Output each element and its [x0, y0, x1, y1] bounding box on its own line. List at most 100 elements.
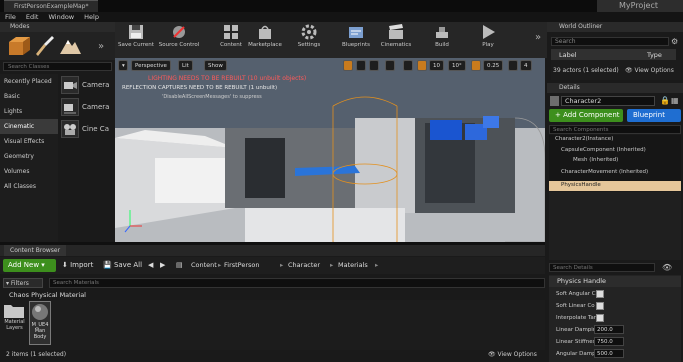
content-browser-tab[interactable]: Content Browser	[4, 245, 67, 256]
lock-icon[interactable]: 🔒	[660, 96, 670, 105]
breadcrumb-character[interactable]: Character	[288, 259, 320, 272]
landscape-mode-icon[interactable]	[58, 34, 82, 58]
menu-window[interactable]: Window	[48, 13, 74, 21]
modes-tab[interactable]: Modes	[0, 22, 115, 32]
place-item-camera[interactable]: Camera	[58, 74, 115, 96]
translate-icon[interactable]	[343, 60, 353, 71]
add-new-button[interactable]: Add New ▾	[3, 259, 56, 272]
project-name: MyProject	[597, 0, 683, 12]
more-tools-icon[interactable]: »	[535, 32, 541, 43]
category-volumes[interactable]: Volumes	[0, 164, 58, 179]
asset-material[interactable]: M_UE4 Man Body	[29, 301, 51, 345]
camera-speed-value[interactable]: 4	[520, 60, 532, 71]
folder-material-layers[interactable]: Material Layers	[3, 301, 26, 341]
more-modes-icon[interactable]: »	[98, 41, 104, 52]
settings-button[interactable]: Settings	[295, 24, 323, 56]
import-icon: ⬇	[62, 261, 68, 269]
menu-help[interactable]: Help	[84, 13, 99, 21]
details-grid-icon[interactable]: ▦	[671, 96, 679, 105]
search-details-input[interactable]: Search Details	[549, 263, 655, 272]
outliner-header: Label Type	[551, 49, 676, 60]
surface-snap-icon[interactable]	[403, 60, 413, 71]
search-materials-input[interactable]: Search Materials	[49, 278, 545, 288]
history-back-icon[interactable]: ◀	[148, 259, 153, 272]
column-type[interactable]: Type	[647, 51, 662, 59]
search-components-input[interactable]: Search Components	[549, 125, 681, 134]
content-button[interactable]: Content	[217, 24, 245, 56]
selected-component-row[interactable]: PhysicsHandle	[549, 181, 681, 191]
prop-label: Angular Dampi	[556, 351, 598, 357]
rotation-snap-value[interactable]: 10°	[448, 60, 466, 71]
component-character-movement[interactable]: CharacterMovement (Inherited)	[561, 168, 648, 177]
breadcrumb-firstperson[interactable]: FirstPerson	[224, 259, 260, 272]
category-cinematic[interactable]: Cinematic	[0, 119, 58, 134]
source-control-button[interactable]: Source Control	[157, 24, 201, 56]
lit-button[interactable]: Lit	[178, 60, 193, 71]
history-forward-icon[interactable]: ▶	[160, 259, 165, 272]
component-mesh[interactable]: Mesh (Inherited)	[573, 156, 618, 165]
scale-snap-value[interactable]: 0.25	[483, 60, 504, 71]
build-button[interactable]: Build	[431, 24, 453, 56]
play-button[interactable]: Play	[477, 24, 499, 56]
category-geometry[interactable]: Geometry	[0, 149, 58, 164]
category-lights[interactable]: Lights	[0, 104, 58, 119]
scale-icon[interactable]	[369, 60, 379, 71]
world-outliner-tab[interactable]: World Outliner	[547, 22, 683, 32]
category-visual-effects[interactable]: Visual Effects	[0, 134, 58, 149]
cinematics-button[interactable]: Cinematics	[379, 24, 413, 56]
angular-damping-field[interactable]: 500.0	[594, 349, 624, 358]
perspective-button[interactable]: Perspective	[131, 60, 171, 71]
marketplace-button[interactable]: Marketplace	[247, 24, 283, 56]
add-component-button[interactable]: + Add Component	[549, 109, 623, 122]
menu-edit[interactable]: Edit	[26, 13, 39, 21]
object-name-field[interactable]: Character2	[561, 96, 655, 106]
save-all-button[interactable]: 💾 Save All	[103, 259, 142, 272]
category-basic[interactable]: Basic	[0, 89, 58, 104]
breadcrumb-content[interactable]: Content	[191, 259, 217, 272]
blueprint-button[interactable]: Blueprint	[627, 109, 681, 122]
rotate-icon[interactable]	[356, 60, 366, 71]
physics-handle-section[interactable]: Physics Handle	[549, 276, 681, 287]
component-capsule[interactable]: CapsuleComponent (Inherited)	[561, 146, 646, 155]
linear-damping-field[interactable]: 200.0	[594, 325, 624, 334]
save-current-button[interactable]: Save Current	[117, 24, 155, 56]
place-item-camera-rig[interactable]: Camera	[58, 96, 115, 118]
component-root[interactable]: Character2(Instance)	[555, 135, 613, 144]
place-mode-icon[interactable]	[6, 34, 30, 58]
scale-snap-icon[interactable]	[471, 60, 481, 71]
details-tab[interactable]: Details	[547, 83, 683, 93]
blueprints-button[interactable]: Blueprints	[339, 24, 373, 56]
import-button[interactable]: ⬇ Import	[62, 259, 93, 272]
category-all-classes[interactable]: All Classes	[0, 179, 58, 194]
camera-speed-icon[interactable]	[508, 60, 518, 71]
column-label[interactable]: Label	[559, 51, 629, 59]
soft-angular-checkbox[interactable]	[596, 290, 604, 298]
folder-tree-icon[interactable]: ▤	[176, 259, 183, 272]
interpolate-target-checkbox[interactable]	[596, 314, 604, 322]
world-local-icon[interactable]	[385, 60, 395, 71]
show-button[interactable]: Show	[204, 60, 227, 71]
filter-chip[interactable]: Chaos Physical Material	[9, 291, 86, 299]
reflection-warning: REFLECTION CAPTURES NEED TO BE REBUILT (…	[122, 85, 278, 91]
outliner-search-input[interactable]: Search	[551, 37, 669, 46]
viewport-options-icon[interactable]: ▾	[118, 60, 128, 71]
details-view-icon[interactable]: 👁	[662, 263, 672, 272]
level-tab[interactable]: FirstPersonExampleMap*	[4, 0, 99, 12]
grid-snap-value[interactable]: 10	[429, 60, 444, 71]
linear-stiffness-field[interactable]: 750.0	[594, 337, 624, 346]
breadcrumb-materials[interactable]: Materials	[338, 259, 368, 272]
level-viewport[interactable]: ▾ Perspective Lit Show 10 10° 0.25 4 LIG…	[115, 58, 545, 242]
outliner-view-options[interactable]: 👁 View Options	[625, 67, 674, 74]
place-item-cine-camera[interactable]: Cine Ca	[58, 118, 115, 140]
grid-snap-icon[interactable]	[417, 60, 427, 71]
content-view-options[interactable]: 👁 View Options	[488, 351, 537, 358]
search-classes-input[interactable]: Search Classes	[3, 62, 112, 71]
content-icon	[223, 24, 239, 40]
soft-linear-checkbox[interactable]	[596, 302, 604, 310]
outliner-settings-icon[interactable]: ⚙	[671, 37, 678, 46]
paint-mode-icon[interactable]	[32, 34, 56, 58]
menu-file[interactable]: File	[5, 13, 16, 21]
lighting-warning: LIGHTING NEEDS TO BE REBUILT (10 unbuilt…	[148, 75, 307, 82]
filters-button[interactable]: ▾ Filters	[3, 278, 43, 288]
category-recently-placed[interactable]: Recently Placed	[0, 74, 58, 89]
